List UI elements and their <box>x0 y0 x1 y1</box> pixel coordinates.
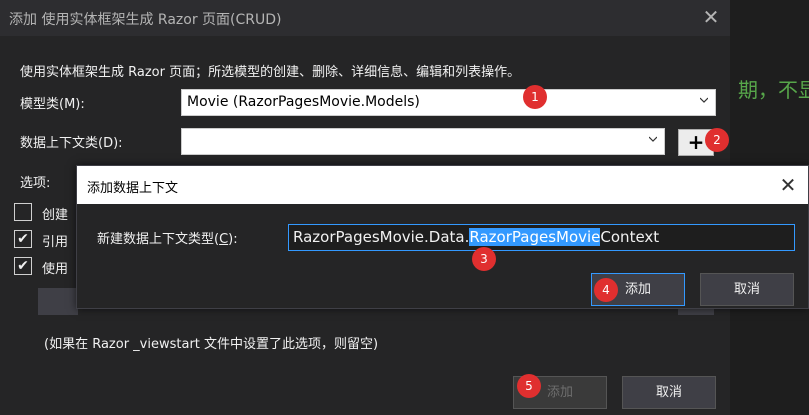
checkbox-create[interactable] <box>14 203 32 221</box>
checkbox-use-label: 使用 <box>42 262 69 277</box>
chevron-down-icon <box>649 136 657 142</box>
context-type-label: 新建数据上下文类型(C): <box>97 232 238 247</box>
popup-titlebar: 添加数据上下文 ✕ <box>77 166 808 204</box>
dialog-titlebar: 添加 使用实体框架生成 Razor 页面(CRUD) ✕ <box>0 0 730 36</box>
data-context-combobox[interactable] <box>181 128 665 155</box>
model-class-value: Movie (RazorPagesMovie.Models) <box>187 94 420 110</box>
checkbox-create-label: 创建 <box>42 208 69 223</box>
step-marker-3: 3 <box>472 247 496 271</box>
data-context-label: 数据上下文类(D): <box>20 136 123 151</box>
close-icon[interactable]: ✕ <box>777 174 799 196</box>
context-type-text-after: Context <box>600 228 660 246</box>
layout-page-input[interactable] <box>38 288 78 315</box>
dialog-description: 使用实体框架生成 Razor 页面；所选模型的创建、删除、详细信息、编辑和列表操… <box>20 65 521 80</box>
layout-hint: (如果在 Razor _viewstart 文件中设置了此选项，则留空) <box>44 337 379 352</box>
chevron-down-icon <box>700 97 708 103</box>
popup-cancel-button[interactable]: 取消 <box>700 273 794 306</box>
step-marker-4: 4 <box>594 278 618 302</box>
context-type-input[interactable]: RazorPagesMovie.Data.RazorPagesMovieCont… <box>288 224 795 251</box>
options-label: 选项: <box>20 176 51 191</box>
popup-title: 添加数据上下文 <box>87 181 179 196</box>
add-data-context-dialog: 添加数据上下文 ✕ 新建数据上下文类型(C): RazorPagesMovie.… <box>76 165 809 309</box>
step-marker-5: 5 <box>517 374 541 398</box>
context-type-selected-text: RazorPagesMovie <box>469 228 601 246</box>
step-marker-1: 1 <box>523 85 547 109</box>
editor-text: 期，不显 <box>738 78 809 102</box>
model-class-label: 模型类(M): <box>20 97 85 112</box>
cancel-button[interactable]: 取消 <box>622 376 716 409</box>
checkbox-reference[interactable]: ✔ <box>14 230 32 248</box>
dialog-title: 添加 使用实体框架生成 Razor 页面(CRUD) <box>9 12 282 28</box>
close-icon[interactable]: ✕ <box>700 6 722 28</box>
step-marker-2: 2 <box>705 128 729 152</box>
context-type-text-before: RazorPagesMovie.Data. <box>293 228 470 246</box>
checkbox-reference-label: 引用 <box>42 235 69 250</box>
model-class-combobox[interactable]: Movie (RazorPagesMovie.Models) <box>181 89 716 116</box>
checkbox-use[interactable]: ✔ <box>14 257 32 275</box>
